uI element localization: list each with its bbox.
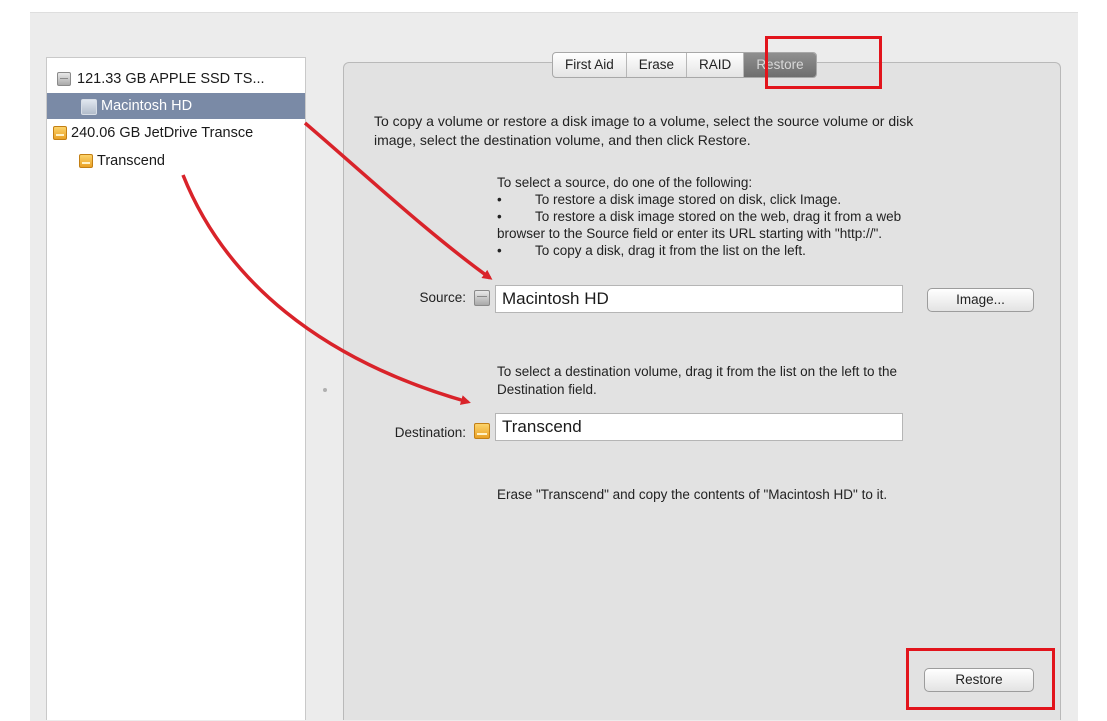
bullet: • bbox=[497, 192, 502, 207]
sidebar-item-macintosh-hd[interactable]: Macintosh HD bbox=[47, 93, 305, 119]
destination-disk-icon bbox=[474, 423, 490, 439]
tab-raid[interactable]: RAID bbox=[687, 53, 745, 77]
bullet-text: To copy a disk, drag it from the list on… bbox=[535, 243, 806, 258]
source-disk-icon bbox=[474, 290, 490, 306]
restore-summary: Erase "Transcend" and copy the contents … bbox=[497, 487, 888, 502]
tab-first-aid[interactable]: First Aid bbox=[553, 53, 627, 77]
tab-erase[interactable]: Erase bbox=[627, 53, 688, 77]
source-field[interactable]: Macintosh HD bbox=[495, 285, 903, 313]
bullet: • bbox=[497, 209, 502, 224]
source-label: Source: bbox=[419, 290, 466, 305]
destination-help-line2: Destination field. bbox=[497, 382, 597, 397]
sidebar-item-label: 240.06 GB JetDrive Transce bbox=[71, 125, 254, 141]
internal-disk-icon bbox=[57, 72, 71, 86]
sidebar-item-jetdrive[interactable]: 240.06 GB JetDrive Transce bbox=[47, 120, 305, 146]
source-help-bullet3: • To copy a disk, drag it from the list … bbox=[497, 241, 806, 260]
splitter-handle[interactable] bbox=[323, 388, 327, 392]
restore-button-highlight bbox=[906, 648, 1055, 710]
image-button[interactable]: Image... bbox=[927, 288, 1034, 312]
destination-help-line1: To select a destination volume, drag it … bbox=[497, 364, 897, 379]
sidebar-item-label: Macintosh HD bbox=[101, 98, 193, 114]
destination-label: Destination: bbox=[394, 425, 466, 440]
intro-text-line2: image, select the destination volume, an… bbox=[374, 132, 751, 148]
sidebar-item-label: Transcend bbox=[97, 153, 165, 169]
external-disk-icon bbox=[53, 126, 67, 140]
bullet: • bbox=[497, 243, 502, 258]
restore-tab-highlight bbox=[765, 36, 882, 89]
sidebar-item-apple-ssd[interactable]: 121.33 GB APPLE SSD TS... bbox=[47, 66, 305, 92]
destination-field[interactable]: Transcend bbox=[495, 413, 903, 441]
sidebar-item-label: 121.33 GB APPLE SSD TS... bbox=[77, 71, 265, 87]
sidebar-item-transcend[interactable]: Transcend bbox=[47, 148, 305, 174]
restore-panel bbox=[343, 62, 1061, 720]
intro-text-line1: To copy a volume or restore a disk image… bbox=[374, 113, 914, 129]
volume-icon bbox=[81, 99, 97, 115]
external-volume-icon bbox=[79, 154, 93, 168]
disk-list-sidebar[interactable]: 121.33 GB APPLE SSD TS... Macintosh HD 2… bbox=[46, 57, 306, 720]
